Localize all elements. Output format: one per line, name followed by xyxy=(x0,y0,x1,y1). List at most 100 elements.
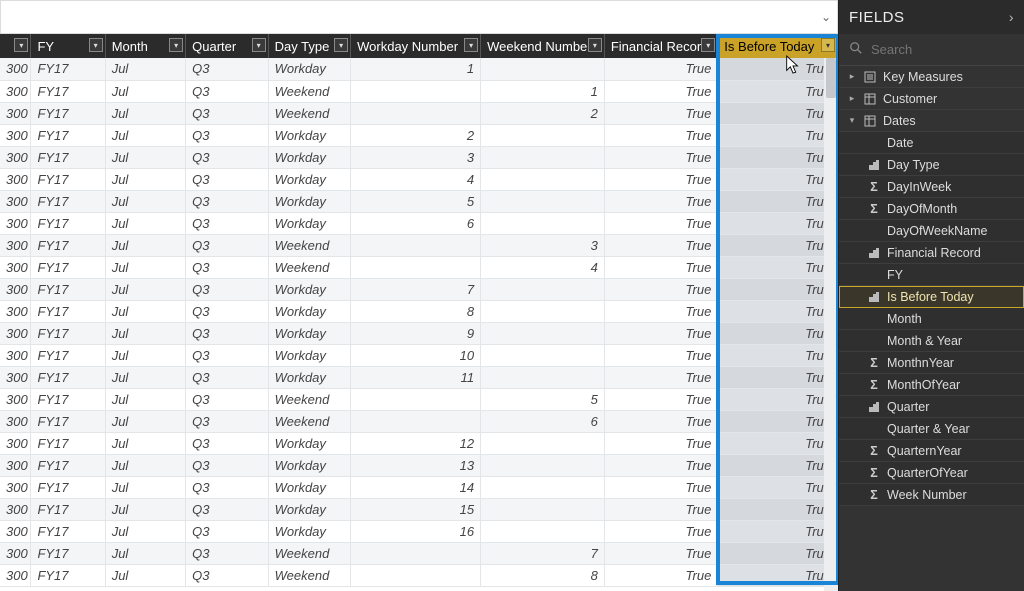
cell-daytype[interactable]: Weekend xyxy=(268,542,351,564)
field-financial-record[interactable]: Financial Record xyxy=(839,242,1024,264)
cell-workday_num[interactable]: 7 xyxy=(351,278,481,300)
cell-fy[interactable]: FY17 xyxy=(31,256,105,278)
table-row[interactable]: 300FY17JulQ3Workday11TrueTrue xyxy=(0,366,838,388)
cell-weekend_num[interactable] xyxy=(481,58,605,80)
cell-month[interactable]: Jul xyxy=(105,564,185,586)
cell-is_before[interactable]: True xyxy=(718,344,838,366)
formula-bar[interactable]: ⌄ xyxy=(0,0,838,34)
cell-is_before[interactable]: True xyxy=(718,102,838,124)
cell-is_before[interactable]: True xyxy=(718,168,838,190)
cell-workday_num[interactable] xyxy=(351,388,481,410)
cell-id[interactable]: 300 xyxy=(0,168,31,190)
cell-month[interactable]: Jul xyxy=(105,322,185,344)
cell-workday_num[interactable]: 1 xyxy=(351,58,481,80)
cell-daytype[interactable]: Weekend xyxy=(268,102,351,124)
cell-month[interactable]: Jul xyxy=(105,102,185,124)
cell-daytype[interactable]: Workday xyxy=(268,344,351,366)
cell-weekend_num[interactable]: 1 xyxy=(481,80,605,102)
column-header-is_before[interactable]: Is Before Today▾ xyxy=(718,34,838,58)
cell-is_before[interactable]: True xyxy=(718,322,838,344)
cell-quarter[interactable]: Q3 xyxy=(186,564,269,586)
column-header-quarter[interactable]: Quarter▾ xyxy=(186,34,269,58)
cell-quarter[interactable]: Q3 xyxy=(186,542,269,564)
column-header-fy[interactable]: FY▾ xyxy=(31,34,105,58)
table-row[interactable]: 300FY17JulQ3Weekend6TrueTrue xyxy=(0,410,838,432)
cell-weekend_num[interactable] xyxy=(481,190,605,212)
cell-daytype[interactable]: Weekend xyxy=(268,410,351,432)
cell-fin_record[interactable]: True xyxy=(604,168,717,190)
cell-quarter[interactable]: Q3 xyxy=(186,190,269,212)
table-row[interactable]: 300FY17JulQ3Weekend4TrueTrue xyxy=(0,256,838,278)
column-filter-dropdown-icon[interactable]: ▾ xyxy=(252,38,266,52)
cell-quarter[interactable]: Q3 xyxy=(186,520,269,542)
field-month[interactable]: Month xyxy=(839,308,1024,330)
cell-fin_record[interactable]: True xyxy=(604,124,717,146)
cell-month[interactable]: Jul xyxy=(105,344,185,366)
table-row[interactable]: 300FY17JulQ3Workday6TrueTrue xyxy=(0,212,838,234)
cell-quarter[interactable]: Q3 xyxy=(186,476,269,498)
cell-workday_num[interactable]: 15 xyxy=(351,498,481,520)
cell-id[interactable]: 300 xyxy=(0,278,31,300)
field-quarter-year[interactable]: Quarter & Year xyxy=(839,418,1024,440)
table-row[interactable]: 300FY17JulQ3Weekend8TrueTrue xyxy=(0,564,838,586)
cell-month[interactable]: Jul xyxy=(105,410,185,432)
column-filter-dropdown-icon[interactable]: ▾ xyxy=(701,38,715,52)
cell-id[interactable]: 300 xyxy=(0,564,31,586)
column-filter-dropdown-icon[interactable]: ▾ xyxy=(821,38,835,52)
cell-daytype[interactable]: Weekend xyxy=(268,256,351,278)
field-week-number[interactable]: ΣWeek Number xyxy=(839,484,1024,506)
cell-workday_num[interactable] xyxy=(351,256,481,278)
cell-weekend_num[interactable] xyxy=(481,454,605,476)
cell-quarter[interactable]: Q3 xyxy=(186,58,269,80)
cell-daytype[interactable]: Workday xyxy=(268,300,351,322)
cell-fin_record[interactable]: True xyxy=(604,256,717,278)
cell-month[interactable]: Jul xyxy=(105,520,185,542)
cell-fy[interactable]: FY17 xyxy=(31,542,105,564)
column-header-id[interactable]: ▾ xyxy=(0,34,31,58)
table-node-customer[interactable]: ▸Customer xyxy=(839,88,1024,110)
cell-fin_record[interactable]: True xyxy=(604,432,717,454)
cell-fy[interactable]: FY17 xyxy=(31,58,105,80)
column-filter-dropdown-icon[interactable]: ▾ xyxy=(334,38,348,52)
cell-fin_record[interactable]: True xyxy=(604,322,717,344)
cell-id[interactable]: 300 xyxy=(0,498,31,520)
cell-fy[interactable]: FY17 xyxy=(31,234,105,256)
field-date[interactable]: Date xyxy=(839,132,1024,154)
cell-daytype[interactable]: Workday xyxy=(268,168,351,190)
table-row[interactable]: 300FY17JulQ3Workday10TrueTrue xyxy=(0,344,838,366)
cell-fin_record[interactable]: True xyxy=(604,564,717,586)
cell-quarter[interactable]: Q3 xyxy=(186,102,269,124)
cell-fin_record[interactable]: True xyxy=(604,454,717,476)
field-quarternyear[interactable]: ΣQuarternYear xyxy=(839,440,1024,462)
table-row[interactable]: 300FY17JulQ3Weekend5TrueTrue xyxy=(0,388,838,410)
cell-fy[interactable]: FY17 xyxy=(31,146,105,168)
cell-workday_num[interactable]: 11 xyxy=(351,366,481,388)
cell-fin_record[interactable]: True xyxy=(604,212,717,234)
cell-id[interactable]: 300 xyxy=(0,388,31,410)
cell-workday_num[interactable]: 9 xyxy=(351,322,481,344)
cell-id[interactable]: 300 xyxy=(0,146,31,168)
cell-month[interactable]: Jul xyxy=(105,58,185,80)
cell-workday_num[interactable]: 16 xyxy=(351,520,481,542)
table-row[interactable]: 300FY17JulQ3Weekend1TrueTrue xyxy=(0,80,838,102)
expand-icon[interactable]: ▸ xyxy=(847,71,857,82)
cell-daytype[interactable]: Workday xyxy=(268,146,351,168)
cell-fin_record[interactable]: True xyxy=(604,58,717,80)
table-row[interactable]: 300FY17JulQ3Workday14TrueTrue xyxy=(0,476,838,498)
cell-workday_num[interactable]: 14 xyxy=(351,476,481,498)
vertical-scrollbar[interactable] xyxy=(824,58,838,591)
cell-workday_num[interactable] xyxy=(351,80,481,102)
cell-fy[interactable]: FY17 xyxy=(31,564,105,586)
column-header-weekend_num[interactable]: Weekend Number▾ xyxy=(481,34,605,58)
cell-weekend_num[interactable]: 3 xyxy=(481,234,605,256)
cell-fin_record[interactable]: True xyxy=(604,498,717,520)
cell-id[interactable]: 300 xyxy=(0,124,31,146)
cell-is_before[interactable]: True xyxy=(718,146,838,168)
cell-is_before[interactable]: True xyxy=(718,454,838,476)
column-header-daytype[interactable]: Day Type▾ xyxy=(268,34,351,58)
cell-workday_num[interactable] xyxy=(351,410,481,432)
field-quarter[interactable]: Quarter xyxy=(839,396,1024,418)
cell-workday_num[interactable] xyxy=(351,102,481,124)
cell-daytype[interactable]: Weekend xyxy=(268,80,351,102)
cell-weekend_num[interactable] xyxy=(481,432,605,454)
